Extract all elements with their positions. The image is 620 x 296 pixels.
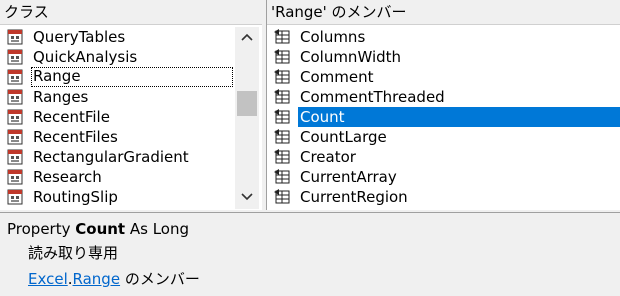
signature-member-name: Count	[75, 220, 126, 238]
member-item-label: ColumnWidth	[300, 48, 402, 66]
members-header: 'Range' のメンバー	[267, 0, 620, 25]
class-module-icon	[7, 109, 23, 125]
class-module-icon	[7, 149, 23, 165]
classes-pane: クラス QueryTables QuickAnalysis Range Rang…	[0, 0, 263, 210]
property-icon	[274, 149, 290, 164]
chevron-down-icon	[241, 193, 253, 201]
property-icon	[274, 69, 290, 84]
class-module-icon	[7, 169, 23, 185]
property-icon	[274, 129, 290, 144]
scroll-down-arrow[interactable]	[235, 187, 259, 207]
scroll-thumb[interactable]	[237, 91, 257, 116]
members-pane: 'Range' のメンバー Columns ColumnWidth Commen…	[266, 0, 620, 210]
class-item-label: Research	[33, 168, 102, 186]
property-icon	[274, 169, 290, 184]
library-link[interactable]: Excel	[28, 270, 68, 288]
details-pane: Property Count As Long 読み取り専用 Excel.Rang…	[0, 212, 620, 296]
class-module-icon	[7, 89, 23, 105]
class-module-icon	[7, 129, 23, 145]
class-item-label: RecentFile	[33, 108, 110, 126]
chevron-up-icon	[241, 33, 253, 41]
class-link[interactable]: Range	[73, 270, 121, 288]
class-item-label: Range	[31, 67, 233, 87]
property-icon	[274, 49, 290, 64]
member-item-label: CountLarge	[300, 128, 387, 146]
member-item-label: CommentThreaded	[300, 88, 445, 106]
class-item-label: RectangularGradient	[33, 148, 189, 166]
class-item-label: Ranges	[33, 88, 89, 106]
class-module-icon	[7, 189, 23, 205]
property-icon	[274, 189, 290, 204]
property-icon	[274, 89, 290, 104]
signature-suffix: As Long	[125, 220, 190, 238]
signature-prefix: Property	[7, 220, 76, 238]
class-module-icon	[7, 29, 23, 45]
class-item-label: QuickAnalysis	[33, 48, 138, 66]
member-item-label: Comment	[300, 68, 374, 86]
readonly-note: 読み取り専用	[28, 244, 119, 262]
class-module-icon	[7, 69, 23, 85]
member-item-label: Columns	[300, 28, 366, 46]
member-signature: Property Count As Long	[7, 218, 189, 240]
member-item-label: Count	[298, 107, 620, 127]
member-item-label: Creator	[300, 148, 356, 166]
class-item-label: QueryTables	[33, 28, 126, 46]
class-item-label: RecentFiles	[33, 128, 118, 146]
classes-header: クラス	[0, 0, 262, 25]
member-of-line: Excel.Range のメンバー	[28, 268, 200, 290]
class-item-label: RoutingSlip	[33, 188, 118, 206]
member-item-label: CurrentRegion	[300, 188, 408, 206]
property-icon	[274, 29, 290, 44]
member-item-label: CurrentArray	[300, 168, 397, 186]
class-module-icon	[7, 49, 23, 65]
property-icon	[274, 109, 290, 124]
member-of-text: のメンバー	[120, 270, 200, 288]
classes-scrollbar[interactable]	[235, 27, 259, 209]
scroll-up-arrow[interactable]	[235, 27, 259, 47]
